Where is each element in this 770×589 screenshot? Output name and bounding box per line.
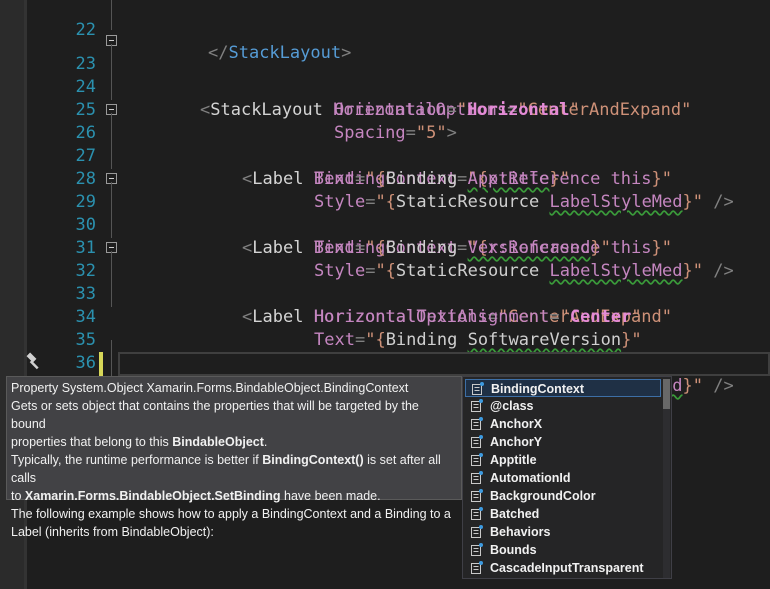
tooltip-description: Gets or sets object that contains the pr… (11, 399, 419, 431)
property-icon (471, 561, 483, 574)
completion-item[interactable]: Batched (465, 505, 661, 523)
code-line-35[interactable]: 35 Style="{StaticResource LabelStyleMed}… (0, 306, 770, 396)
code-line-34[interactable]: 34 Text="{Binding SoftwareVersion}" (0, 283, 770, 350)
fold-guide (111, 0, 112, 30)
completion-scrollbar[interactable] (663, 379, 670, 578)
completion-item[interactable]: CascadeInputTransparent (465, 559, 661, 577)
code-line-24[interactable]: 24 Orientation="Horizontal" (0, 53, 770, 120)
fold-guide (111, 251, 112, 307)
property-icon (471, 489, 483, 502)
code-line-29[interactable]: 29 <Label BindingContext="{x:Reference t… (0, 168, 770, 258)
completion-item[interactable]: AnchorX (465, 415, 661, 433)
completion-item[interactable]: BackgroundColor (465, 487, 661, 505)
scrollbar-thumb[interactable] (663, 379, 670, 409)
code-line-31[interactable]: 31 Style="{StaticResource LabelStyleMed}… (0, 214, 770, 281)
tooltip-signature: Property System.Object Xamarin.Forms.Bin… (11, 381, 409, 395)
code-line-28[interactable]: 28 Style="{StaticResource LabelStyleMed}… (0, 145, 770, 212)
fold-guide (111, 44, 112, 100)
completion-item[interactable]: AnchorY (465, 433, 661, 451)
property-icon (471, 471, 483, 484)
code-line-32[interactable]: 32 <Label HorizontalOptions="CenterAndEx… (0, 237, 770, 327)
code-editor[interactable]: 22 </StackLayout> 23 <StackLayout Horizo… (0, 0, 770, 444)
property-icon (471, 507, 483, 520)
code-line-26[interactable]: 26 <Label BindingContext="{x:Reference t… (0, 99, 770, 189)
completion-list[interactable]: BindingContext @class AnchorX AnchorY Ap… (462, 376, 672, 579)
completion-item[interactable]: AutomationId (465, 469, 661, 487)
property-icon (471, 399, 483, 412)
property-icon (472, 382, 484, 395)
property-icon (471, 525, 483, 538)
property-icon (471, 417, 483, 430)
code-line-33[interactable]: 33 HorizontalTextAlignment="Center" (0, 260, 770, 327)
completion-item[interactable]: Bounds (465, 541, 661, 559)
completion-item[interactable]: Behaviors (465, 523, 661, 541)
code-line-23[interactable]: 23 <StackLayout HorizontalOptions="Cente… (0, 30, 770, 120)
completion-item[interactable]: @class (465, 397, 661, 415)
fold-guide (111, 113, 112, 169)
completion-item[interactable]: Apptitle (465, 451, 661, 469)
quick-actions-hammer-icon[interactable] (24, 352, 44, 372)
property-icon (471, 453, 483, 466)
quick-info-tooltip: Property System.Object Xamarin.Forms.Bin… (6, 376, 462, 539)
code-line-36[interactable]: 36 (0, 329, 770, 398)
code-line-25[interactable]: 25 Spacing="5"> (0, 76, 770, 143)
property-icon (471, 543, 483, 556)
completion-item[interactable]: BindingContext (465, 379, 661, 397)
code-line-27[interactable]: 27 Text="{Binding Apptitle}" (0, 122, 770, 189)
fold-guide (111, 340, 112, 380)
code-line-37[interactable]: 37 <Label Text="{Binding }"></Label> (0, 353, 770, 444)
fold-guide (111, 182, 112, 238)
code-line-30[interactable]: 30 Text="{Binding Versioncased}" (0, 191, 770, 258)
code-line-22[interactable]: 22 </StackLayout> (0, 0, 770, 63)
property-icon (471, 435, 483, 448)
